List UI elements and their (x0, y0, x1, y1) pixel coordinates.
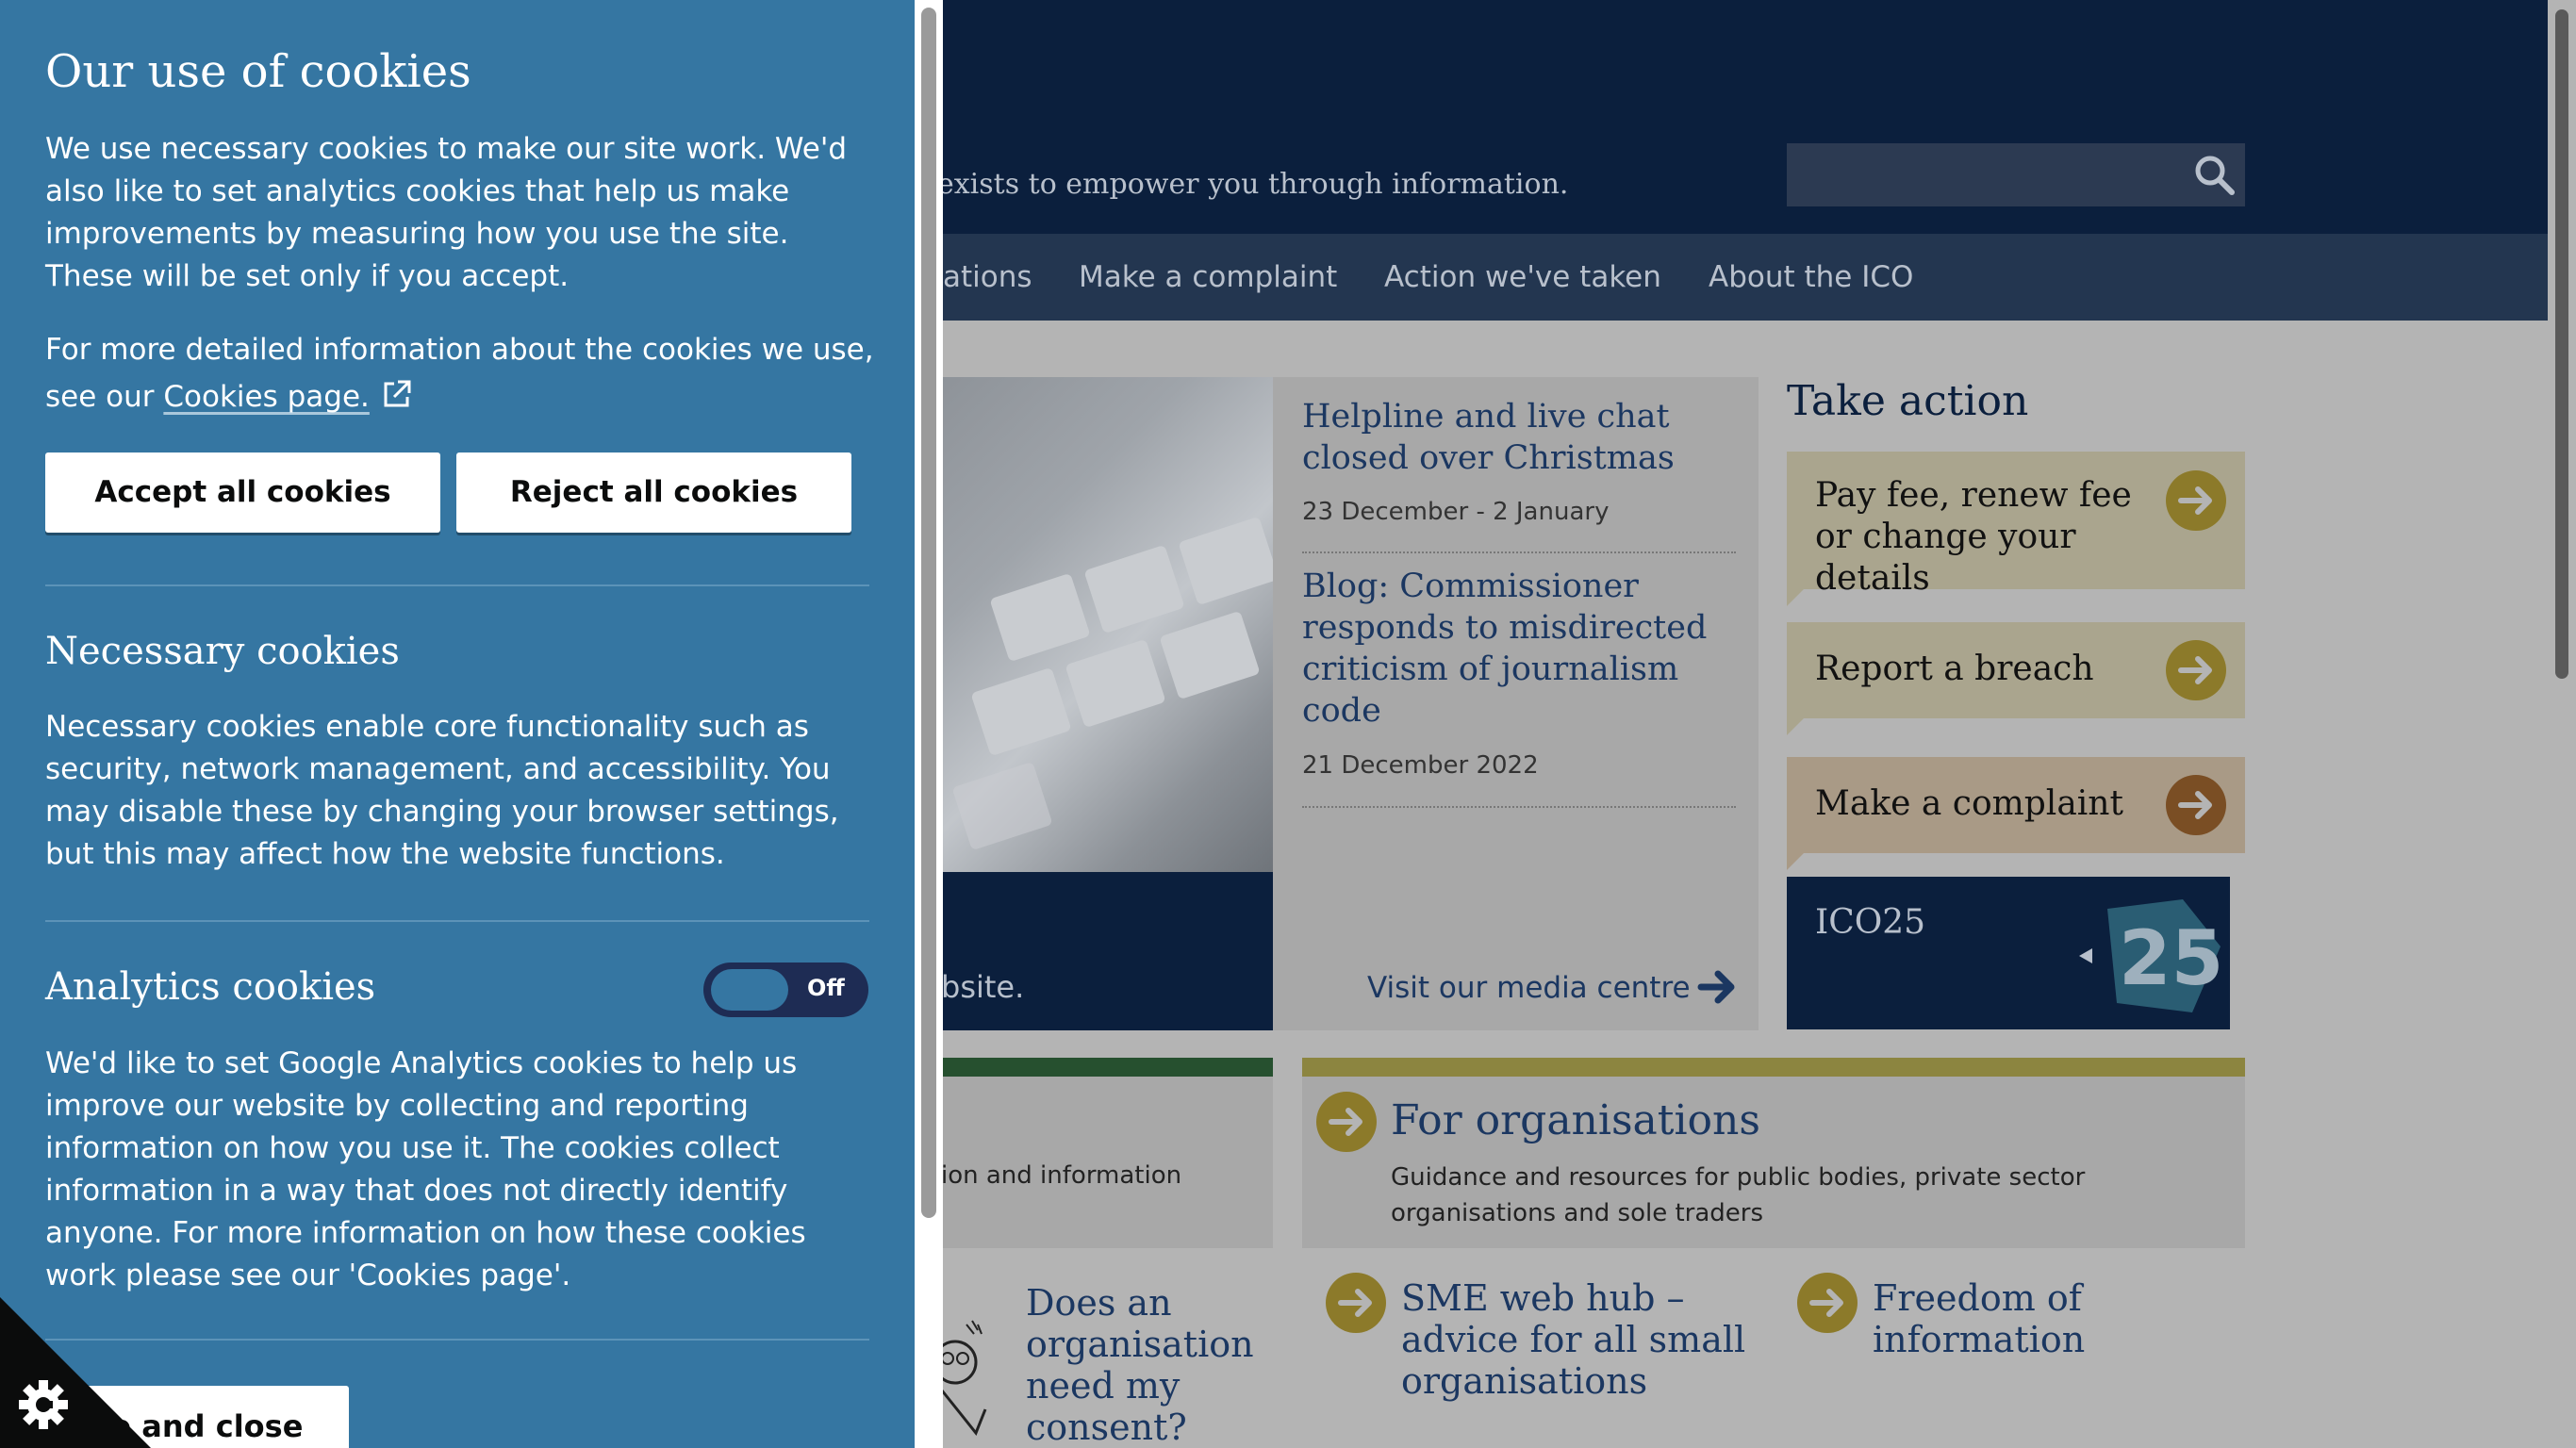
search-icon[interactable] (2192, 153, 2236, 196)
cookie-intro-text: We use necessary cookies to make our sit… (45, 132, 848, 293)
cookie-consent-panel: Our use of cookies We use necessary cook… (0, 0, 915, 1448)
arrow-right-icon (1326, 1273, 1386, 1333)
search-input[interactable] (1787, 143, 2245, 206)
cookie-panel-title: Our use of cookies (45, 45, 471, 98)
cookie-more-info-text: For more detailed information about the … (45, 326, 875, 420)
nav-item-organisations[interactable]: ations (943, 260, 1032, 294)
consent-link[interactable]: Does an organisation need my consent? (1026, 1282, 1254, 1448)
organisations-section-bar (1302, 1058, 2245, 1077)
nav-item-about[interactable]: About the ICO (1709, 260, 1913, 294)
page-scrollbar-thumb[interactable] (2555, 9, 2568, 679)
arrow-right-icon (1697, 968, 1737, 1006)
necessary-cookies-text: Necessary cookies enable core functional… (45, 710, 839, 871)
action-card-pay-fee[interactable]: Pay fee, renew fee or change your detail… (1787, 452, 2245, 606)
public-section-description: ion and information (941, 1161, 1182, 1190)
news-item-title[interactable]: Blog: Commissioner responds to misdirect… (1302, 566, 1745, 732)
section-divider (45, 920, 869, 922)
action-card-label: Pay fee, renew fee or change your detail… (1815, 476, 2132, 598)
take-action-heading: Take action (1787, 377, 2029, 425)
action-card-label: Make a complaint (1815, 784, 2123, 823)
svg-text:25: 25 (2119, 914, 2223, 1002)
hero-keyboard-image (941, 377, 1273, 872)
toggle-state-label: Off (807, 975, 845, 1001)
toggle-knob (711, 969, 788, 1011)
action-card-make-complaint[interactable]: Make a complaint (1787, 757, 2245, 870)
sme-hub-link[interactable]: SME web hub – advice for all small organ… (1401, 1277, 1778, 1402)
section-divider (45, 584, 869, 586)
reject-all-cookies-button[interactable]: Reject all cookies (456, 452, 851, 533)
site-strapline: exists to empower you through informatio… (937, 168, 1569, 201)
news-item-date: 23 December - 2 January (1302, 498, 1610, 526)
arrow-right-icon (1316, 1092, 1377, 1152)
action-card-report-breach[interactable]: Report a breach (1787, 622, 2245, 735)
freedom-of-information-link[interactable]: Freedom of information (1873, 1277, 2155, 1360)
news-divider (1302, 806, 1736, 808)
arrow-right-icon (2166, 775, 2226, 835)
cookies-page-link[interactable]: Cookies page. (163, 380, 370, 414)
accept-all-cookies-button[interactable]: Accept all cookies (45, 452, 440, 533)
organisations-description: Guidance and resources for public bodies… (1391, 1163, 2086, 1227)
news-item-title[interactable]: Helpline and live chat closed over Chris… (1302, 396, 1745, 479)
cookie-panel-scrollbar-thumb[interactable] (921, 8, 936, 1218)
ico25-label: ICO25 (1815, 903, 1926, 942)
cookie-settings-icon[interactable] (0, 1297, 151, 1448)
nav-item-make-a-complaint[interactable]: Make a complaint (1079, 260, 1337, 294)
nav-item-action-taken[interactable]: Action we've taken (1384, 260, 1661, 294)
arrow-right-icon (2166, 640, 2226, 700)
arrow-right-icon (2166, 470, 2226, 531)
organisations-link[interactable]: For organisations (1391, 1096, 1760, 1144)
media-centre-link[interactable]: Visit our media centre (1367, 971, 1691, 1005)
arrow-right-icon (1797, 1273, 1858, 1333)
hero-caption: bsite. (941, 969, 1025, 1005)
public-section-bar (941, 1058, 1273, 1077)
ico25-logo-icon: 25 (2079, 899, 2223, 1012)
analytics-cookies-toggle[interactable]: Off (703, 963, 868, 1017)
ico25-banner[interactable]: ICO25 25 (1787, 877, 2230, 1029)
external-link-icon (384, 380, 411, 407)
hero-caption-box (941, 872, 1273, 1030)
section-divider (45, 1339, 869, 1341)
analytics-cookies-heading: Analytics cookies (45, 965, 376, 1009)
action-card-label: Report a breach (1815, 650, 2094, 688)
news-divider (1302, 551, 1736, 553)
necessary-cookies-heading: Necessary cookies (45, 630, 400, 673)
analytics-cookies-text: We'd like to set Google Analytics cookie… (45, 1046, 806, 1292)
news-item-date: 21 December 2022 (1302, 751, 1539, 780)
